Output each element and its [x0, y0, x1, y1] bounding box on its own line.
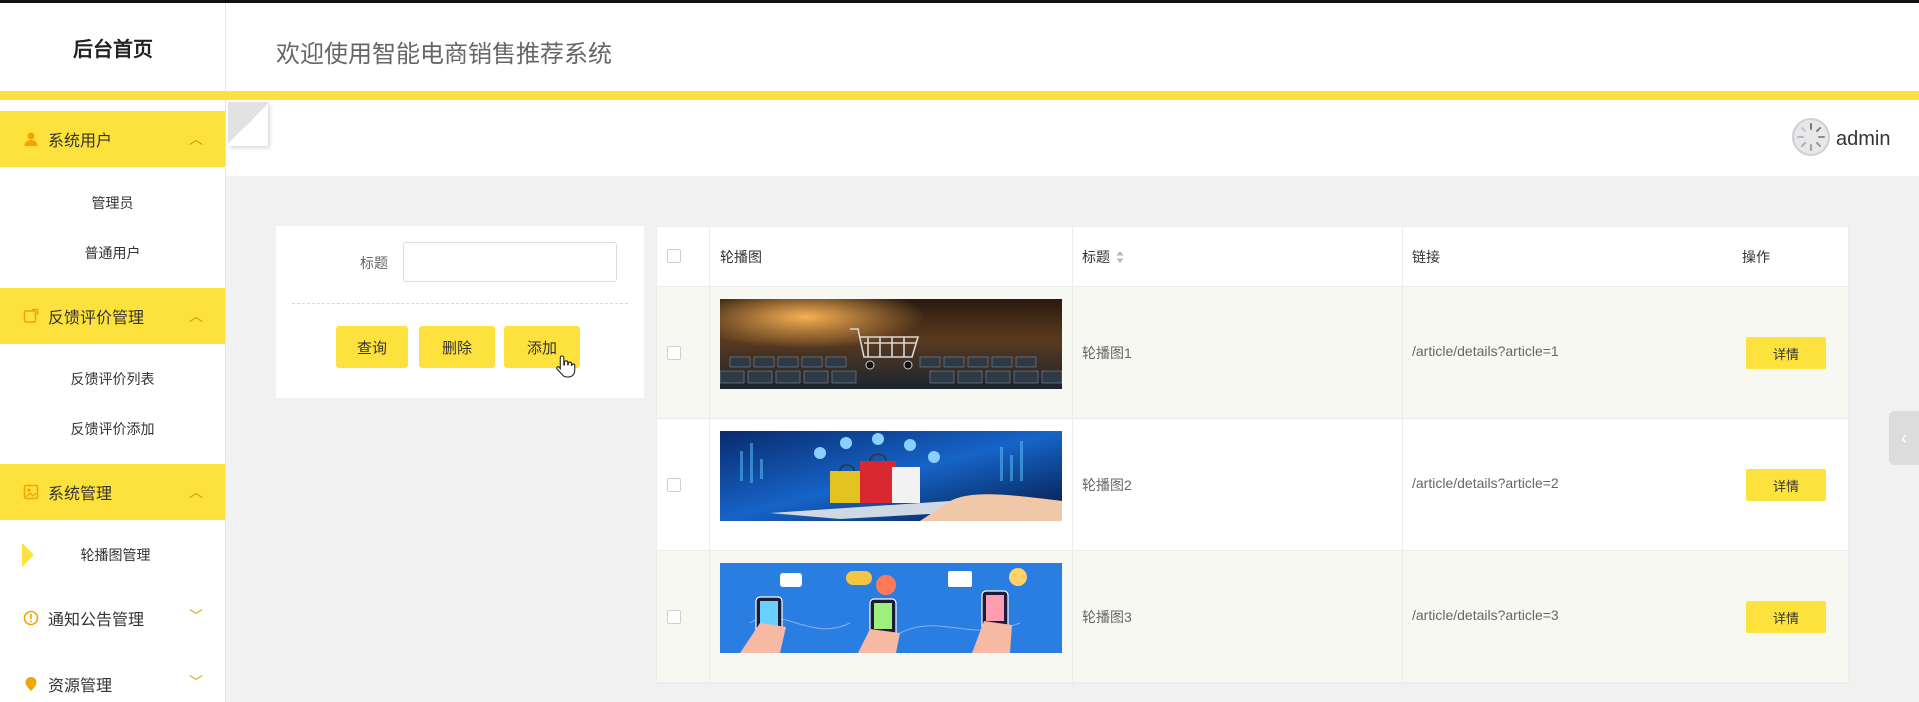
current-user-name[interactable]: admin [1836, 128, 1890, 151]
chevron-up-icon: ︿ [189, 484, 203, 500]
chevron-up-icon: ︿ [189, 131, 203, 147]
column-header-title[interactable]: 标题 [1082, 227, 1124, 287]
column-header-action: 操作 [1742, 249, 1770, 265]
sidebar-group-label: 反馈评价管理 [48, 310, 145, 327]
feedback-icon [22, 307, 40, 325]
row-link: /article/details?article=2 [1412, 475, 1559, 491]
row-title: 轮播图3 [1082, 609, 1132, 625]
table-row: 轮播图2 /article/details?article=2 详情 [657, 419, 1848, 551]
sidebar-group-notices[interactable]: 通知公告管理 ﹀ [0, 590, 225, 646]
welcome-title: 欢迎使用智能电商销售推荐系统 [276, 41, 612, 68]
hand-cursor-icon [556, 355, 576, 378]
table-row: 轮播图3 /article/details?article=3 详情 [657, 551, 1848, 683]
delete-button[interactable]: 删除 [419, 326, 495, 368]
shopping-bags-on-tablet-image [720, 431, 1062, 521]
sidebar-item-admins[interactable]: 管理员 [0, 178, 225, 228]
column-header-image: 轮播图 [720, 249, 762, 265]
search-panel: 标题 查询 删除 添加 [276, 226, 644, 398]
column-divider [1072, 227, 1073, 685]
title-filter-label: 标题 [360, 255, 388, 271]
table-header: 轮播图 标题 链接 操作 [657, 227, 1848, 287]
sidebar: 系统用户 ︿ 管理员 普通用户 反馈评价管理 ︿ 反馈评价列表 反馈评价添加 系… [0, 100, 225, 702]
header-accent-bar [0, 91, 1919, 100]
detail-button[interactable]: 详情 [1746, 601, 1826, 633]
dashed-divider [292, 303, 628, 304]
loading-spinner-icon [1797, 123, 1825, 151]
row-link: /article/details?article=1 [1412, 343, 1559, 359]
sidebar-group-label: 通知公告管理 [48, 612, 145, 629]
brand-home-link[interactable]: 后台首页 [0, 3, 226, 91]
notice-icon [22, 609, 40, 627]
sidebar-item-carousel-management[interactable]: 轮播图管理 [0, 530, 225, 580]
avatar[interactable] [1792, 118, 1830, 156]
sidebar-group-resources[interactable]: 资源管理 ﹀ [0, 656, 225, 702]
select-all-checkbox[interactable] [667, 249, 681, 263]
query-button[interactable]: 查询 [336, 326, 408, 368]
chevron-up-icon: ︿ [189, 308, 203, 324]
chevron-down-icon: ﹀ [189, 674, 203, 690]
title-filter-input[interactable] [403, 242, 617, 282]
sidebar-group-system-users[interactable]: 系统用户 ︿ [0, 111, 225, 167]
sidebar-group-system-management[interactable]: 系统管理 ︿ [0, 464, 225, 520]
collapse-toggle[interactable] [228, 102, 268, 146]
column-header-title-label: 标题 [1082, 249, 1110, 265]
user-icon [22, 130, 40, 148]
row-checkbox[interactable] [667, 346, 681, 360]
column-divider [709, 227, 710, 685]
main-content: admin 标题 查询 删除 添加 轮播图 标题 链接 操作 轮播图1 /art… [226, 100, 1919, 702]
sidebar-group-label: 资源管理 [48, 678, 113, 695]
sort-icon[interactable] [1116, 250, 1124, 264]
row-checkbox[interactable] [667, 610, 681, 624]
chevron-down-icon: ﹀ [189, 608, 203, 624]
row-title: 轮播图1 [1082, 345, 1132, 361]
sidebar-item-feedback-list[interactable]: 反馈评价列表 [0, 354, 225, 404]
sidebar-item-users[interactable]: 普通用户 [0, 228, 225, 278]
detail-button[interactable]: 详情 [1746, 469, 1826, 501]
shopping-cart-on-keyboard-image [720, 299, 1062, 389]
row-checkbox[interactable] [667, 478, 681, 492]
resource-icon [22, 675, 40, 693]
top-toolbar: admin [226, 100, 1919, 176]
window-top-border [0, 0, 1919, 3]
column-header-link: 链接 [1412, 249, 1440, 265]
table-row: 轮播图1 /article/details?article=1 详情 [657, 287, 1848, 419]
hands-with-phones-shopping-image [720, 563, 1062, 653]
settings-icon [22, 483, 40, 501]
column-divider [1402, 227, 1403, 685]
sidebar-item-feedback-add[interactable]: 反馈评价添加 [0, 404, 225, 454]
sidebar-group-label: 系统管理 [48, 486, 113, 503]
row-link: /article/details?article=3 [1412, 607, 1559, 623]
carousel-table: 轮播图 标题 链接 操作 轮播图1 /article/details?artic… [656, 226, 1849, 685]
row-title: 轮播图2 [1082, 477, 1132, 493]
chevron-left-icon: ‹ [1901, 427, 1907, 448]
sidebar-group-feedback[interactable]: 反馈评价管理 ︿ [0, 288, 225, 344]
side-panel-toggle[interactable]: ‹ [1889, 411, 1919, 465]
detail-button[interactable]: 详情 [1746, 337, 1826, 369]
sidebar-group-label: 系统用户 [48, 133, 113, 150]
